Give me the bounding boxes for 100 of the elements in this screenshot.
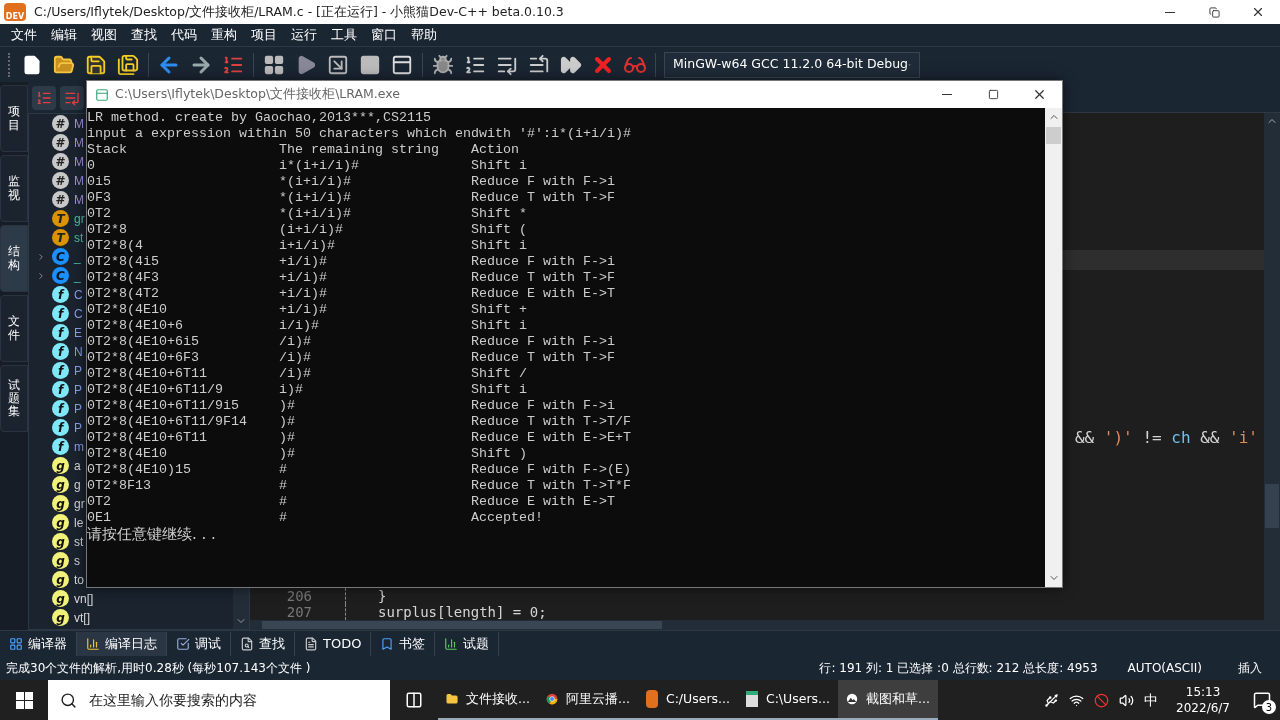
side-tab[interactable]: 结构 [0,225,28,292]
console-scrollbar[interactable] [1045,108,1062,587]
side-tab[interactable]: 文件 [0,295,28,362]
stack-cell: 0T2*8(4E10 [87,446,167,461]
close-icon [1251,5,1265,19]
checkbox-icon [176,636,190,651]
document-icon [304,636,318,651]
symbol-name[interactable]: vt[] [74,608,90,627]
stack-cell: 0i5 [87,174,111,189]
symbol-icon: f [52,400,69,417]
compiler-dropdown[interactable]: MinGW-w64 GCC 11.2.0 64-bit Debug [664,51,920,78]
action-cell: Shift i [471,158,527,174]
symbol-name[interactable]: M [74,114,84,133]
blocked-icon[interactable] [1094,692,1110,708]
vertical-scrollbar[interactable] [1264,113,1280,630]
console-line: LR method. create by Gaochao,2013***,CS2115 [87,110,431,126]
console-icon [391,53,413,76]
volume-icon[interactable] [1119,692,1135,708]
search-icon [60,691,77,709]
symbol-icon: T [52,210,69,227]
symbol-name[interactable]: M [74,152,84,171]
symbol-name[interactable]: a [74,456,81,475]
menu-item[interactable]: 文件 [4,25,44,45]
stack-cell: 0T2*8F13 [87,478,151,493]
remaining-cell: # [279,494,287,509]
symbol-name[interactable]: st [74,228,84,247]
symbol-name[interactable]: st [74,532,84,551]
stack-cell: 0T2*8(4E10+6F3 [87,350,199,365]
search-box[interactable]: 在这里输入你要搜索的内容 [48,680,390,720]
panel-tab[interactable]: 编译日志 [77,631,167,656]
input-method-label[interactable]: 中 [1144,689,1159,711]
usb-icon[interactable] [1044,692,1060,708]
side-tab[interactable]: 试题集 [0,365,28,432]
symbol-icon: f [52,305,69,322]
console-app-icon [95,87,109,102]
symbol-icon: g [52,571,69,588]
symbol-name[interactable]: C [74,285,83,304]
side-tab[interactable]: 监视 [0,155,28,222]
save-all-icon [117,53,139,76]
menu-item[interactable]: 帮助 [404,25,444,45]
menu-item[interactable]: 视图 [84,25,124,45]
symbol-name[interactable]: gr [74,209,85,228]
symbol-icon: f [52,362,69,379]
menu-item[interactable]: 重构 [204,25,244,45]
remaining-cell: /i)# [279,366,311,381]
menu-item[interactable]: 工具 [324,25,364,45]
symbol-name[interactable]: gr [74,494,85,513]
taskbar-app[interactable]: 文件接收... [438,680,538,720]
action-cell: Reduce F with F->(E) [471,462,631,478]
bookmark-icon [380,636,395,651]
console-line: input a expression within 50 characters which endwith '#':i*(i+i/i)# [87,126,631,142]
symbol-name[interactable]: P [74,380,82,399]
symbol-name[interactable]: m [74,437,84,456]
remaining-cell: +i/i)# [279,286,327,301]
action-cell: Reduce T with T->F [471,350,615,366]
grid-icon [9,636,23,651]
symbol-icon: g [52,533,69,550]
sort-by-type-button[interactable] [32,85,56,110]
sort-by-name-button[interactable] [60,85,84,110]
symbol-name[interactable]: P [74,399,82,418]
symbol-name[interactable]: C [74,304,83,323]
compile-run-icon [327,53,349,76]
network-icon[interactable] [1069,692,1085,708]
notification-button[interactable]: 3 [1248,680,1276,720]
sort-icon [36,89,52,106]
menu-item[interactable]: 编辑 [44,25,84,45]
menu-item[interactable]: 代码 [164,25,204,45]
symbol-name[interactable]: N [74,342,83,361]
symbol-name[interactable]: P [74,361,82,380]
clock[interactable]: 15:13 2022/6/7 [1168,684,1238,716]
symbol-name[interactable]: g [74,475,81,494]
horizontal-scrollbar[interactable] [250,620,1264,630]
stack-cell: 0T2*8(4E10)15 [87,462,191,477]
symbol-name[interactable]: M [74,190,84,209]
side-tab[interactable]: 项目 [0,85,28,152]
symbol-name[interactable]: E [74,323,82,342]
symbol-name[interactable]: to [74,570,84,589]
symbol-icon: # [52,134,69,151]
taskbar-app[interactable]: C:/Users... [638,680,738,720]
remaining-cell: )# [279,398,295,413]
stack-cell: 0E1 [87,510,111,525]
symbol-name[interactable]: P [74,418,82,437]
symbol-name[interactable]: _ [74,247,81,266]
taskbar-app[interactable]: 阿里云播... [538,680,638,720]
menu-item[interactable]: 项目 [244,25,284,45]
symbol-name[interactable]: vn[] [74,589,94,608]
symbol-name[interactable]: _ [74,266,81,285]
menu-item[interactable]: 运行 [284,25,324,45]
search-field[interactable]: 在这里输入你要搜索的内容 [89,689,378,711]
menu-item[interactable]: 窗口 [364,25,404,45]
menu-item[interactable]: 查找 [124,25,164,45]
symbol-name[interactable]: M [74,171,84,190]
symbol-name[interactable]: le [74,513,84,532]
rebuild-icon [359,53,381,76]
taskbar-app[interactable]: 截图和草... [838,680,938,720]
windows-logo [15,691,33,709]
remaining-cell: *(i+i/i)# [279,174,351,189]
symbol-name[interactable]: s [74,551,80,570]
remaining-cell: i+i/i)# [279,238,335,253]
symbol-name[interactable]: M [74,133,84,152]
